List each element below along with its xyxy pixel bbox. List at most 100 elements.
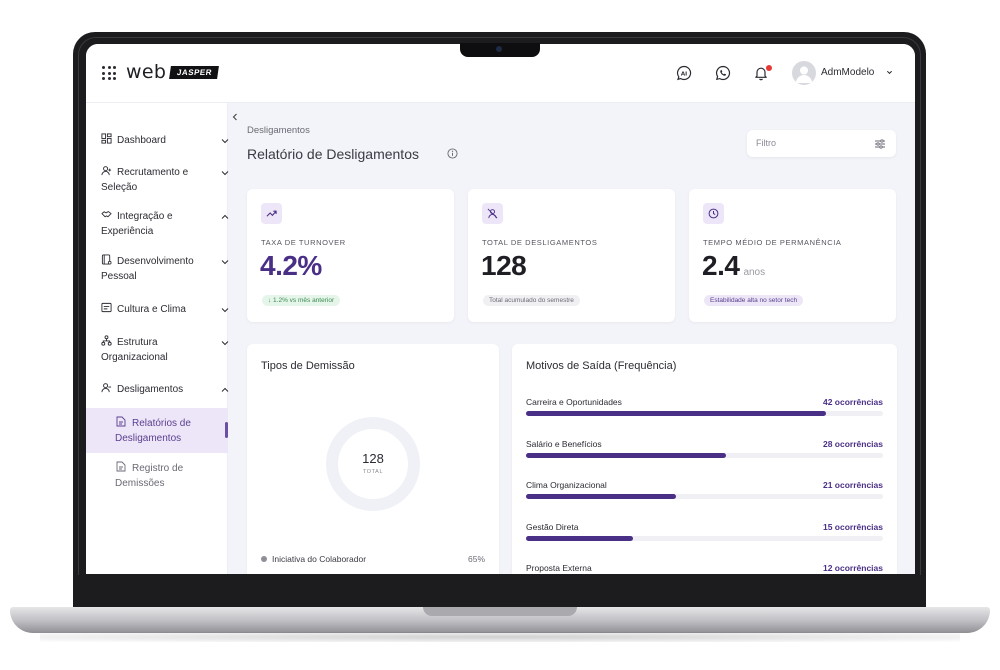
donut-total-label: TOTAL xyxy=(362,469,384,475)
exit-reason-track xyxy=(526,494,883,499)
kpi-badge: ↓ 1.2% vs mês anterior xyxy=(262,295,341,306)
kpi-unit: anos xyxy=(743,267,766,278)
kpi-card-turnover: TAXA DE TURNOVER 4.2% ↓ 1.2% vs mês ante… xyxy=(247,189,454,322)
logo-badge: JASPER xyxy=(169,65,220,79)
kpi-card-tempo: TEMPO MÉDIO DE PERMANÊNCIA 2.4 anos Estab… xyxy=(689,189,896,322)
dismissal-types-card: Tipos de Demissão 128 TOTAL Iniciativa d… xyxy=(247,344,499,574)
kpi-label: TAXA DE TURNOVER xyxy=(261,238,346,247)
sidebar: Dashboard Recrutamento e Seleção Integra… xyxy=(86,103,229,574)
card-title: Motivos de Saída (Frequência) xyxy=(526,360,677,372)
book-icon xyxy=(101,254,112,265)
kpi-badge: Total acumulado do semestre xyxy=(483,295,580,306)
apps-grid-icon[interactable] xyxy=(102,66,116,80)
filter-box xyxy=(747,130,896,157)
app-logo[interactable]: web JASPER xyxy=(126,61,220,83)
donut-total-value: 128 xyxy=(362,451,384,466)
user-minus-icon xyxy=(101,383,112,393)
legend-name: Iniciativa do Colaborador xyxy=(272,554,367,564)
exit-reason-bar xyxy=(526,411,826,416)
exit-reason-row: Salário e Benefícios 28 ocorrências xyxy=(526,439,883,469)
exit-reason-track xyxy=(526,535,883,541)
exit-reason-name: Carreira e Oportunidades xyxy=(526,397,622,407)
user-plus-icon xyxy=(101,166,112,176)
sidebar-item-dashboard[interactable]: Dashboard xyxy=(101,133,229,148)
notification-dot xyxy=(766,65,772,71)
exit-reason-name: Gestão Direta xyxy=(526,521,579,532)
sidebar-item-integracao[interactable]: Integração e Experiência xyxy=(101,209,229,239)
exit-reason-name: Salário e Benefícios xyxy=(526,438,602,449)
kpi-value: 2.4 anos xyxy=(702,250,766,281)
legend-percent: 65% xyxy=(467,554,485,564)
kpi-badge: Estabilidade alta no setor tech xyxy=(704,295,804,306)
ai-chat-icon[interactable]: AI xyxy=(676,65,692,81)
chevron-down-icon xyxy=(221,341,229,346)
exit-reason-track xyxy=(526,411,883,416)
laptop-shadow xyxy=(40,632,960,642)
chevron-up-icon xyxy=(221,214,229,219)
exit-reason-name: Proposta Externa xyxy=(526,563,592,573)
kpi-card-total: TOTAL DE DESLIGAMENTOS 128 Total acumula… xyxy=(468,189,675,322)
filter-input[interactable] xyxy=(756,138,866,148)
exit-reason-count: 42 ocorrências xyxy=(822,397,883,407)
kpi-label: TOTAL DE DESLIGAMENTOS xyxy=(482,238,598,247)
collapse-sidebar-icon[interactable] xyxy=(231,112,239,122)
sidebar-item-estrutura[interactable]: Estrutura Organizacional xyxy=(101,335,229,365)
app-screen: web JASPER AI AdmModelo Dashboard Recrut… xyxy=(86,44,915,574)
sidebar-item-recrutamento[interactable]: Recrutamento e Seleção xyxy=(101,165,229,195)
handshake-icon xyxy=(101,211,112,218)
trending-up-icon xyxy=(261,203,282,224)
chevron-down-icon xyxy=(221,171,229,176)
sidebar-item-label: Desligamentos xyxy=(117,384,184,395)
window-icon xyxy=(101,302,112,313)
user-name[interactable]: AdmModelo xyxy=(821,67,874,78)
breadcrumb[interactable]: Desligamentos xyxy=(247,125,310,136)
exit-reason-count: 21 ocorrências xyxy=(822,480,883,490)
exit-reason-row: Carreira e Oportunidades 42 ocorrências xyxy=(526,397,883,427)
exit-reason-bar xyxy=(526,452,726,458)
exit-reason-count: 12 ocorrências xyxy=(822,563,883,573)
sidebar-subitem-label: Registro de Demissões xyxy=(115,463,184,489)
sidebar-item-label: Desenvolvimento Pessoal xyxy=(101,256,194,282)
chevron-up-icon xyxy=(221,387,229,392)
kpi-value: 4.2% xyxy=(260,250,322,281)
sidebar-item-label: Cultura e Clima xyxy=(117,304,186,315)
dashboard-icon xyxy=(101,133,112,144)
exit-reason-row: Proposta Externa 12 ocorrências xyxy=(526,563,883,574)
whatsapp-icon[interactable] xyxy=(715,65,731,81)
exit-reason-row: Clima Organizacional 21 ocorrências xyxy=(526,480,883,510)
camera-lens xyxy=(496,46,502,52)
svg-text:AI: AI xyxy=(681,71,687,77)
sidebar-item-desligamentos[interactable]: Desligamentos xyxy=(101,382,229,397)
sidebar-subitem-relatorios[interactable]: Relatórios de Desligamentos xyxy=(86,408,228,453)
sliders-icon[interactable] xyxy=(874,138,886,150)
exit-reason-count: 15 ocorrências xyxy=(822,521,883,532)
chevron-down-icon[interactable] xyxy=(886,69,893,76)
exit-reason-track xyxy=(526,452,883,458)
kpi-value: 128 xyxy=(481,250,527,281)
sidebar-subitem-registro[interactable]: Registro de Demissões xyxy=(86,453,228,498)
chevron-down-icon xyxy=(221,260,229,265)
org-chart-icon xyxy=(101,335,112,346)
user-avatar-icon[interactable] xyxy=(792,61,816,85)
sidebar-item-cultura[interactable]: Cultura e Clima xyxy=(101,302,229,317)
laptop-chin xyxy=(73,575,926,609)
kpi-label: TEMPO MÉDIO DE PERMANÊNCIA xyxy=(703,238,842,247)
exit-reasons-card: Motivos de Saída (Frequência) Carreira e… xyxy=(512,344,897,574)
logo-text: web xyxy=(126,61,167,83)
exit-reason-count: 28 ocorrências xyxy=(822,438,883,449)
exit-reason-name: Clima Organizacional xyxy=(526,480,607,490)
sidebar-subitem-label: Relatórios de Desligamentos xyxy=(115,418,191,444)
laptop-base-notch xyxy=(423,607,577,616)
chevron-down-icon xyxy=(221,308,229,313)
user-off-icon xyxy=(482,203,503,224)
page-title: Relatório de Desligamentos xyxy=(247,146,419,162)
chevron-down-icon xyxy=(221,139,229,144)
sidebar-item-label: Recrutamento e Seleção xyxy=(101,167,189,193)
info-icon[interactable] xyxy=(447,148,458,159)
exit-reason-row: Gestão Direta 15 ocorrências xyxy=(526,522,883,552)
sidebar-item-label: Dashboard xyxy=(117,135,166,146)
exit-reason-bar xyxy=(526,535,634,541)
exit-reason-bar xyxy=(526,494,676,499)
clock-icon xyxy=(703,203,724,224)
sidebar-item-desenvolvimento[interactable]: Desenvolvimento Pessoal xyxy=(101,254,229,284)
